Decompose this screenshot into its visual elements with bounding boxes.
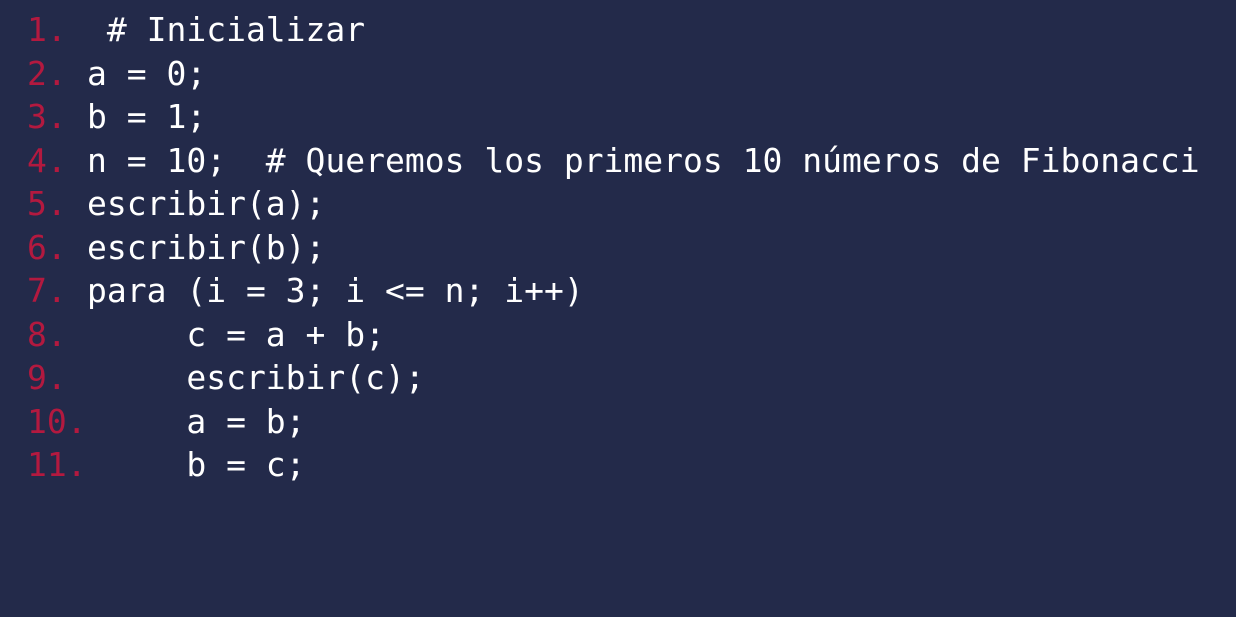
line-number: 7. <box>27 271 67 310</box>
code-line-6: 6. escribir(b); <box>0 226 1236 270</box>
line-number: 6. <box>27 227 67 267</box>
code-view: 1. # Inicializar 2. a = 0; 3. b = 1; 4. … <box>0 0 1236 516</box>
code-text: escribir(b); <box>87 227 326 267</box>
code-line-7: 7. para (i = 3; i <= n; i++) <box>0 269 1236 313</box>
code-text: c = a + b; <box>87 314 386 354</box>
code-text: a = b; <box>87 401 306 441</box>
code-line-3: 3. b = 1; <box>0 95 1236 139</box>
code-text: escribir(c); <box>87 358 425 397</box>
code-line-9: 9. escribir(c); <box>0 356 1236 400</box>
line-number: 2. <box>27 53 67 93</box>
code-text: escribir(a); <box>87 184 326 223</box>
code-line-5: 5. escribir(a); <box>0 182 1236 226</box>
line-number: 8. <box>27 314 67 354</box>
code-line-4: 4. n = 10; # Queremos los primeros 10 nú… <box>0 139 1236 183</box>
code-line-8: 8. c = a + b; <box>0 313 1236 357</box>
line-number: 4. <box>27 140 67 180</box>
code-text: b = c; <box>87 445 306 484</box>
code-text: a = 0; <box>87 53 207 93</box>
code-line-1: 1. # Inicializar <box>0 8 1236 52</box>
code-line-2: 2. a = 0; <box>0 52 1236 96</box>
line-number: 9. <box>27 358 67 397</box>
code-text: para (i = 3; i <= n; i++) <box>87 271 584 310</box>
line-number: 11. <box>27 445 87 484</box>
code-text: n = 10; # Queremos los primeros 10 númer… <box>87 140 1200 180</box>
code-text: b = 1; <box>87 97 207 136</box>
line-number: 3. <box>27 97 67 136</box>
line-number: 10. <box>27 401 87 441</box>
code-line-10: 10. a = b; <box>0 400 1236 444</box>
code-line-11: 11. b = c; <box>0 443 1236 487</box>
line-number: 1. <box>27 10 67 49</box>
line-number: 5. <box>27 184 67 223</box>
code-text: # Inicializar <box>87 10 366 49</box>
